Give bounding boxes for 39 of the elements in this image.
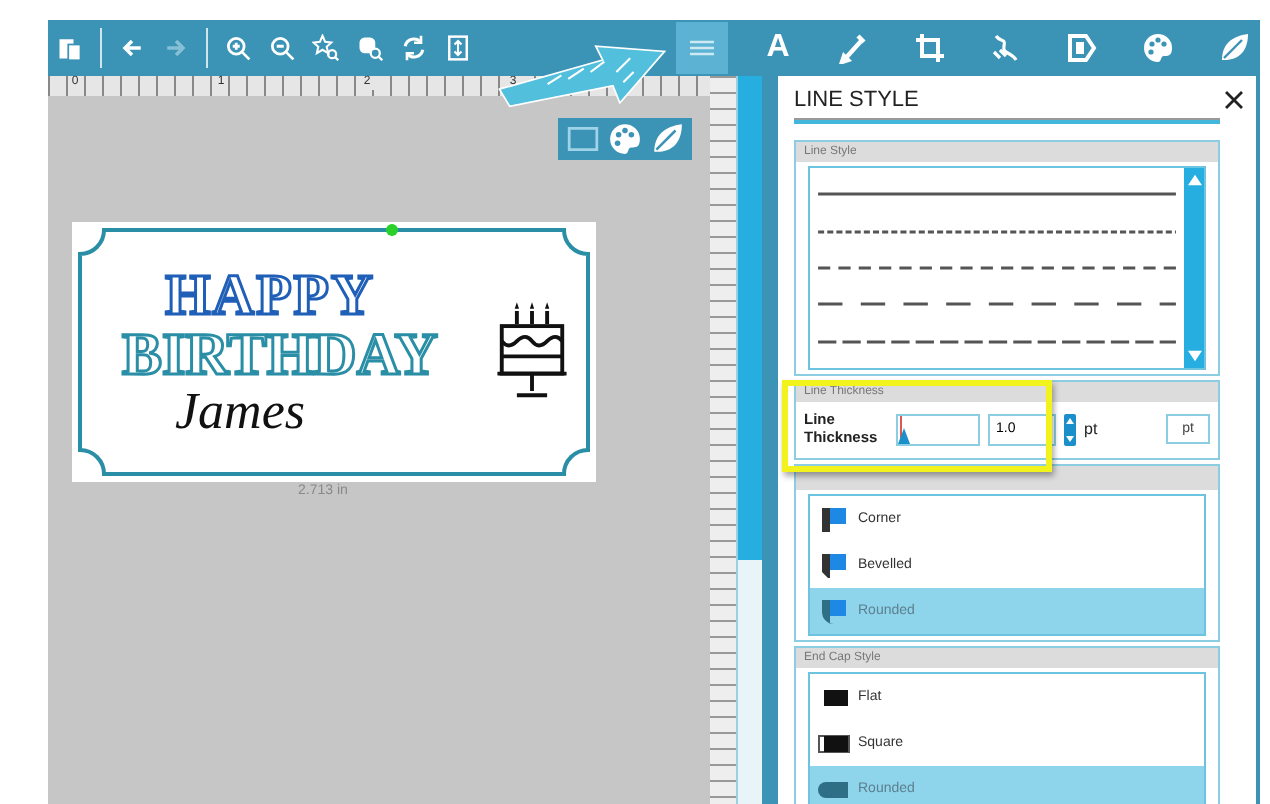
- line-style-option[interactable]: [814, 298, 1180, 311]
- zoom-out-icon[interactable]: [268, 34, 296, 62]
- design-name: James: [175, 385, 305, 437]
- design-title: BIRTHDAY: [122, 325, 438, 385]
- zoom-in-icon[interactable]: [224, 34, 252, 62]
- star-magnifier-icon[interactable]: [312, 34, 340, 62]
- corner-icon: [818, 549, 850, 582]
- close-icon[interactable]: [1224, 90, 1244, 110]
- leaf-icon[interactable]: [650, 122, 684, 156]
- line-style-option[interactable]: [814, 225, 1180, 238]
- left-arrow-icon[interactable]: [118, 34, 146, 62]
- line-style-option[interactable]: [814, 261, 1180, 274]
- scroll-down-icon[interactable]: [1187, 350, 1201, 362]
- scrollbar[interactable]: [736, 76, 762, 804]
- line-style-option[interactable]: [814, 335, 1180, 348]
- panel-title: LINE STYLE: [794, 88, 919, 112]
- crop-icon: [914, 32, 946, 64]
- slider-thumb[interactable]: [898, 427, 910, 444]
- palette-icon[interactable]: [608, 122, 642, 156]
- pencil-icon: [838, 32, 870, 64]
- design-title: HAPPY: [165, 267, 375, 325]
- corner-icon: [818, 595, 850, 628]
- spinner-icon[interactable]: [1064, 413, 1076, 446]
- palette-icon: [1142, 32, 1174, 64]
- refresh-icon[interactable]: [400, 34, 428, 62]
- page-arrow-icon: [1066, 32, 1098, 64]
- unit-label: pt: [1084, 420, 1098, 439]
- magnifier-icon[interactable]: [356, 34, 384, 62]
- line-style-option[interactable]: [814, 188, 1180, 201]
- line-style-button[interactable]: [676, 22, 728, 74]
- scrollbar[interactable]: [1184, 168, 1204, 368]
- corner-icon: [818, 503, 850, 536]
- scroll-up-icon[interactable]: [1187, 174, 1201, 186]
- rectangle-icon[interactable]: [566, 122, 600, 156]
- thickness-slider[interactable]: [896, 413, 980, 446]
- paste-icon[interactable]: [56, 34, 84, 62]
- fit-page-icon[interactable]: [444, 34, 472, 62]
- rotate-handle[interactable]: [386, 224, 398, 236]
- leaf-icon: [1218, 32, 1250, 64]
